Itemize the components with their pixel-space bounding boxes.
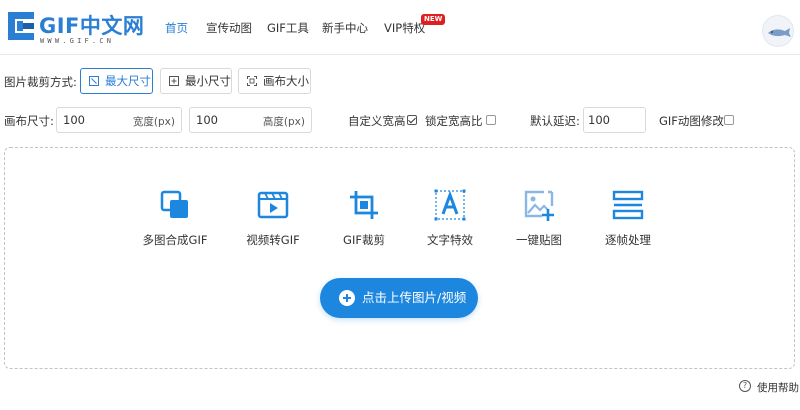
logo-text: GIF中文网 [39,14,145,38]
avatar-fish-icon [768,28,791,37]
lock-ratio-label: 锁定宽高比 [425,114,483,128]
merge-images-icon [160,190,188,218]
text-effect-icon [434,189,466,221]
width-unit-label: 宽度(px) [132,116,175,128]
max-size-icon [89,76,99,86]
logo-domain: WWW.GIF.CN [40,37,115,45]
canvas-size-label: 画布尺寸: [4,114,54,128]
upload-button[interactable]: 点击上传图片/视频 [320,278,478,318]
nav-beginner-center[interactable]: 新手中心 [322,20,368,36]
crop-icon [350,191,378,219]
height-unit-label: 高度(px) [262,116,305,128]
tool-frame-edit[interactable]: 逐帧处理 [588,188,668,248]
tool-merge-gif[interactable]: 多图合成GIF [135,188,215,248]
tool-merge-gif-label: 多图合成GIF [142,233,208,247]
canvas-height-input[interactable] [196,112,256,128]
gif-edit-label: GIF动图修改 [659,114,724,128]
default-delay-input[interactable] [588,112,642,128]
gif-logo-icon [8,12,34,40]
custom-ratio-checkbox[interactable] [407,115,417,125]
default-delay-field[interactable] [583,107,646,133]
tool-video-to-gif[interactable]: 视频转GIF [233,188,313,248]
lock-ratio-checkbox[interactable] [486,115,496,125]
nav-home[interactable]: 首页 [165,20,188,36]
frames-icon [612,190,644,220]
crop-min-size-label: 最小尺寸 [185,74,231,88]
canvas-width-field[interactable]: 宽度(px) [56,107,182,133]
help-label: 使用帮助 [757,382,799,394]
upload-dropzone[interactable]: 多图合成GIF 视频转GIF GIF裁剪 文字特效 一键贴图 逐帧处理 点击上传… [4,147,795,369]
default-delay-label: 默认延迟: [530,114,580,128]
gif-edit-checkbox[interactable] [724,115,734,125]
tool-text-effect-label: 文字特效 [427,233,473,247]
canvas-size-icon [247,76,257,86]
tool-frame-edit-label: 逐帧处理 [605,233,651,247]
avatar[interactable] [762,15,794,47]
min-size-icon [169,76,179,86]
site-logo[interactable]: GIF中文网 WWW.GIF.CN [6,8,144,48]
canvas-size-row: 画布尺寸: 宽度(px) 高度(px) 自定义宽高 锁定宽高比 默认延迟: GI… [0,107,800,133]
plus-circle-icon [339,290,355,306]
add-image-icon [524,190,554,221]
crop-canvas-size-label: 画布大小 [263,74,309,88]
tool-paste-sticker[interactable]: 一键贴图 [499,188,579,248]
question-circle-icon: ? [739,380,751,392]
tool-text-effect[interactable]: 文字特效 [410,188,490,248]
crop-max-size-label: 最大尺寸 [105,74,151,88]
tool-video-to-gif-label: 视频转GIF [246,233,300,247]
crop-min-size-button[interactable]: 最小尺寸 [160,68,232,94]
nav-promo-gif[interactable]: 宣传动图 [206,20,252,36]
crop-max-size-button[interactable]: 最大尺寸 [80,68,153,94]
upload-button-label: 点击上传图片/视频 [362,290,467,305]
canvas-width-input[interactable] [63,112,123,128]
custom-ratio-label: 自定义宽高 [348,114,406,128]
top-header: GIF中文网 WWW.GIF.CN 首页 宣传动图 GIF工具 新手中心 VIP… [0,0,800,55]
nav-vip[interactable]: VIP特权 [384,20,425,36]
canvas-height-field[interactable]: 高度(px) [189,107,312,133]
crop-canvas-size-button[interactable]: 画布大小 [238,68,311,94]
tool-paste-sticker-label: 一键贴图 [516,233,562,247]
tool-gif-crop-label: GIF裁剪 [343,233,385,247]
crop-mode-row: 图片裁剪方式: 最大尺寸 最小尺寸 画布大小 [0,68,800,94]
video-play-icon [257,191,289,219]
crop-mode-label: 图片裁剪方式: [4,75,77,89]
new-badge: NEW [421,14,446,25]
tool-gif-crop[interactable]: GIF裁剪 [324,188,404,248]
nav-gif-tools[interactable]: GIF工具 [267,20,309,36]
